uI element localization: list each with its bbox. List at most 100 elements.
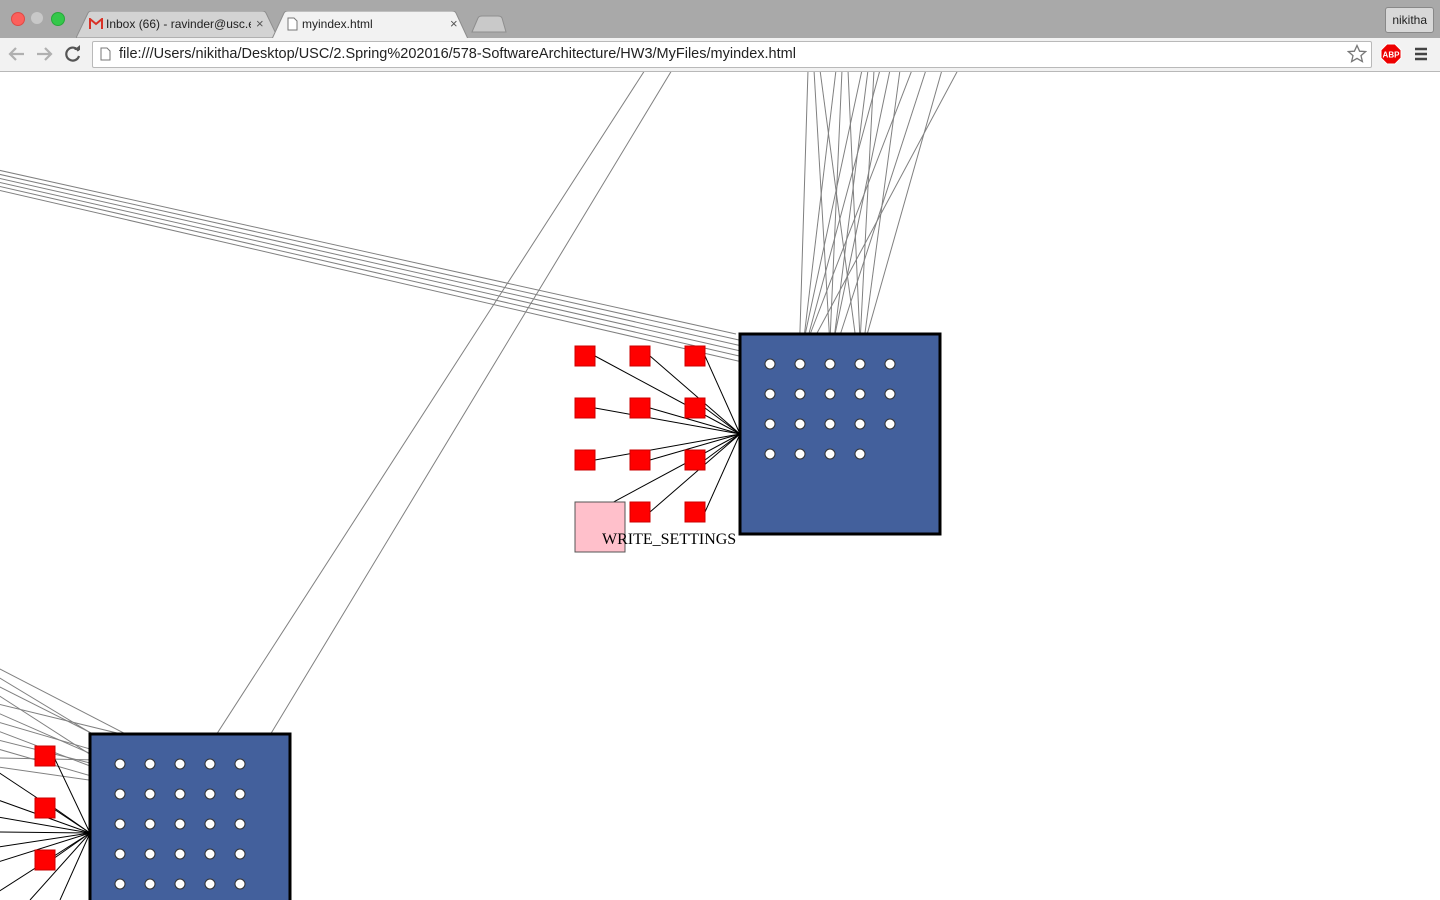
- port-circle[interactable]: [174, 758, 186, 770]
- port-circle[interactable]: [204, 818, 216, 830]
- port-circle[interactable]: [234, 848, 246, 860]
- gmail-icon: [89, 18, 103, 29]
- tab-title: myindex.html: [302, 17, 373, 31]
- port-circle[interactable]: [794, 358, 806, 370]
- close-icon[interactable]: ×: [256, 16, 264, 31]
- interface-square[interactable]: [629, 449, 651, 471]
- window-maximize-button[interactable]: [51, 12, 65, 26]
- port-circle[interactable]: [824, 448, 836, 460]
- dependency-edge: [594, 433, 741, 513]
- port-circle[interactable]: [234, 788, 246, 800]
- port-circle[interactable]: [764, 388, 776, 400]
- connection-link: [798, 72, 912, 364]
- url-text[interactable]: file:///Users/nikitha/Desktop/USC/2.Spri…: [119, 46, 796, 62]
- forward-button[interactable]: [32, 42, 56, 66]
- architecture-graph[interactable]: WRITE_SETTINGS: [0, 72, 1440, 900]
- interface-square[interactable]: [34, 849, 56, 871]
- port-circle[interactable]: [144, 758, 156, 770]
- new-tab-button[interactable]: [468, 11, 508, 38]
- port-circle[interactable]: [794, 418, 806, 430]
- interface-square[interactable]: [684, 449, 706, 471]
- port-circle[interactable]: [234, 878, 246, 890]
- connection-link: [813, 72, 832, 364]
- graph-nodes: [34, 332, 942, 900]
- profile-button[interactable]: nikitha: [1385, 7, 1434, 33]
- port-circle[interactable]: [114, 788, 126, 800]
- new-tab-icon: [471, 15, 507, 33]
- port-circle[interactable]: [884, 388, 896, 400]
- interface-square[interactable]: [34, 797, 56, 819]
- address-bar[interactable]: file:///Users/nikitha/Desktop/USC/2.Spri…: [92, 41, 1372, 68]
- connection-link: [0, 181, 746, 353]
- bookmark-star-icon[interactable]: [1347, 44, 1367, 64]
- back-button[interactable]: [5, 42, 29, 66]
- tab-myindex[interactable]: myindex.html ×: [272, 11, 468, 38]
- interface-square[interactable]: [629, 501, 651, 523]
- port-circle[interactable]: [764, 418, 776, 430]
- dependency-edge: [0, 831, 91, 834]
- interface-square[interactable]: [574, 345, 596, 367]
- interface-square[interactable]: [684, 501, 706, 523]
- port-circle[interactable]: [884, 418, 896, 430]
- port-circle[interactable]: [204, 788, 216, 800]
- port-circle[interactable]: [204, 878, 216, 890]
- port-circle[interactable]: [144, 848, 156, 860]
- port-circle[interactable]: [144, 878, 156, 890]
- port-circle[interactable]: [854, 358, 866, 370]
- dependency-edge: [52, 806, 91, 834]
- port-circle[interactable]: [174, 848, 186, 860]
- port-circle[interactable]: [114, 758, 126, 770]
- port-circle[interactable]: [234, 818, 246, 830]
- port-circle[interactable]: [114, 818, 126, 830]
- reload-button[interactable]: [61, 42, 85, 66]
- port-circle[interactable]: [764, 448, 776, 460]
- page-icon: [287, 17, 298, 31]
- connection-link: [0, 169, 737, 335]
- port-circle[interactable]: [174, 878, 186, 890]
- dependency-edge: [704, 433, 741, 513]
- connection-link: [0, 189, 752, 365]
- port-circle[interactable]: [144, 818, 156, 830]
- page-icon: [100, 47, 111, 61]
- dependency-edge: [594, 433, 741, 461]
- port-circle[interactable]: [174, 818, 186, 830]
- reload-icon: [65, 45, 81, 62]
- interface-square[interactable]: [684, 345, 706, 367]
- window-close-button[interactable]: [11, 12, 25, 26]
- port-circle[interactable]: [204, 848, 216, 860]
- port-circle[interactable]: [794, 448, 806, 460]
- port-circle[interactable]: [114, 878, 126, 890]
- port-circle[interactable]: [824, 418, 836, 430]
- port-circle[interactable]: [764, 358, 776, 370]
- connection-link: [0, 173, 740, 341]
- interface-square[interactable]: [629, 345, 651, 367]
- interface-square[interactable]: [574, 397, 596, 419]
- dependency-edge: [649, 355, 741, 435]
- forward-arrow-icon: [37, 47, 53, 61]
- port-circle[interactable]: [204, 758, 216, 770]
- port-circle[interactable]: [824, 388, 836, 400]
- connection-link: [800, 72, 958, 364]
- port-circle[interactable]: [884, 358, 896, 370]
- tab-gmail-inbox[interactable]: Inbox (66) - ravinder@usc.edu ×: [76, 11, 278, 38]
- adblock-icon[interactable]: ABP: [1380, 43, 1402, 65]
- interface-square[interactable]: [684, 397, 706, 419]
- port-circle[interactable]: [824, 358, 836, 370]
- port-circle[interactable]: [234, 758, 246, 770]
- interface-square[interactable]: [629, 397, 651, 419]
- port-circle[interactable]: [794, 388, 806, 400]
- interface-square[interactable]: [34, 745, 56, 767]
- browser-toolbar: file:///Users/nikitha/Desktop/USC/2.Spri…: [0, 38, 1440, 72]
- port-circle[interactable]: [114, 848, 126, 860]
- port-circle[interactable]: [854, 448, 866, 460]
- port-circle[interactable]: [144, 788, 156, 800]
- port-circle[interactable]: [854, 388, 866, 400]
- menu-icon[interactable]: [1413, 46, 1429, 62]
- port-circle[interactable]: [854, 418, 866, 430]
- port-circle[interactable]: [174, 788, 186, 800]
- window-minimize-button[interactable]: [31, 12, 43, 24]
- page-viewport: WRITE_SETTINGS: [0, 72, 1440, 900]
- close-icon[interactable]: ×: [450, 16, 458, 31]
- interface-square[interactable]: [574, 449, 596, 471]
- selected-node-label: WRITE_SETTINGS: [602, 531, 736, 548]
